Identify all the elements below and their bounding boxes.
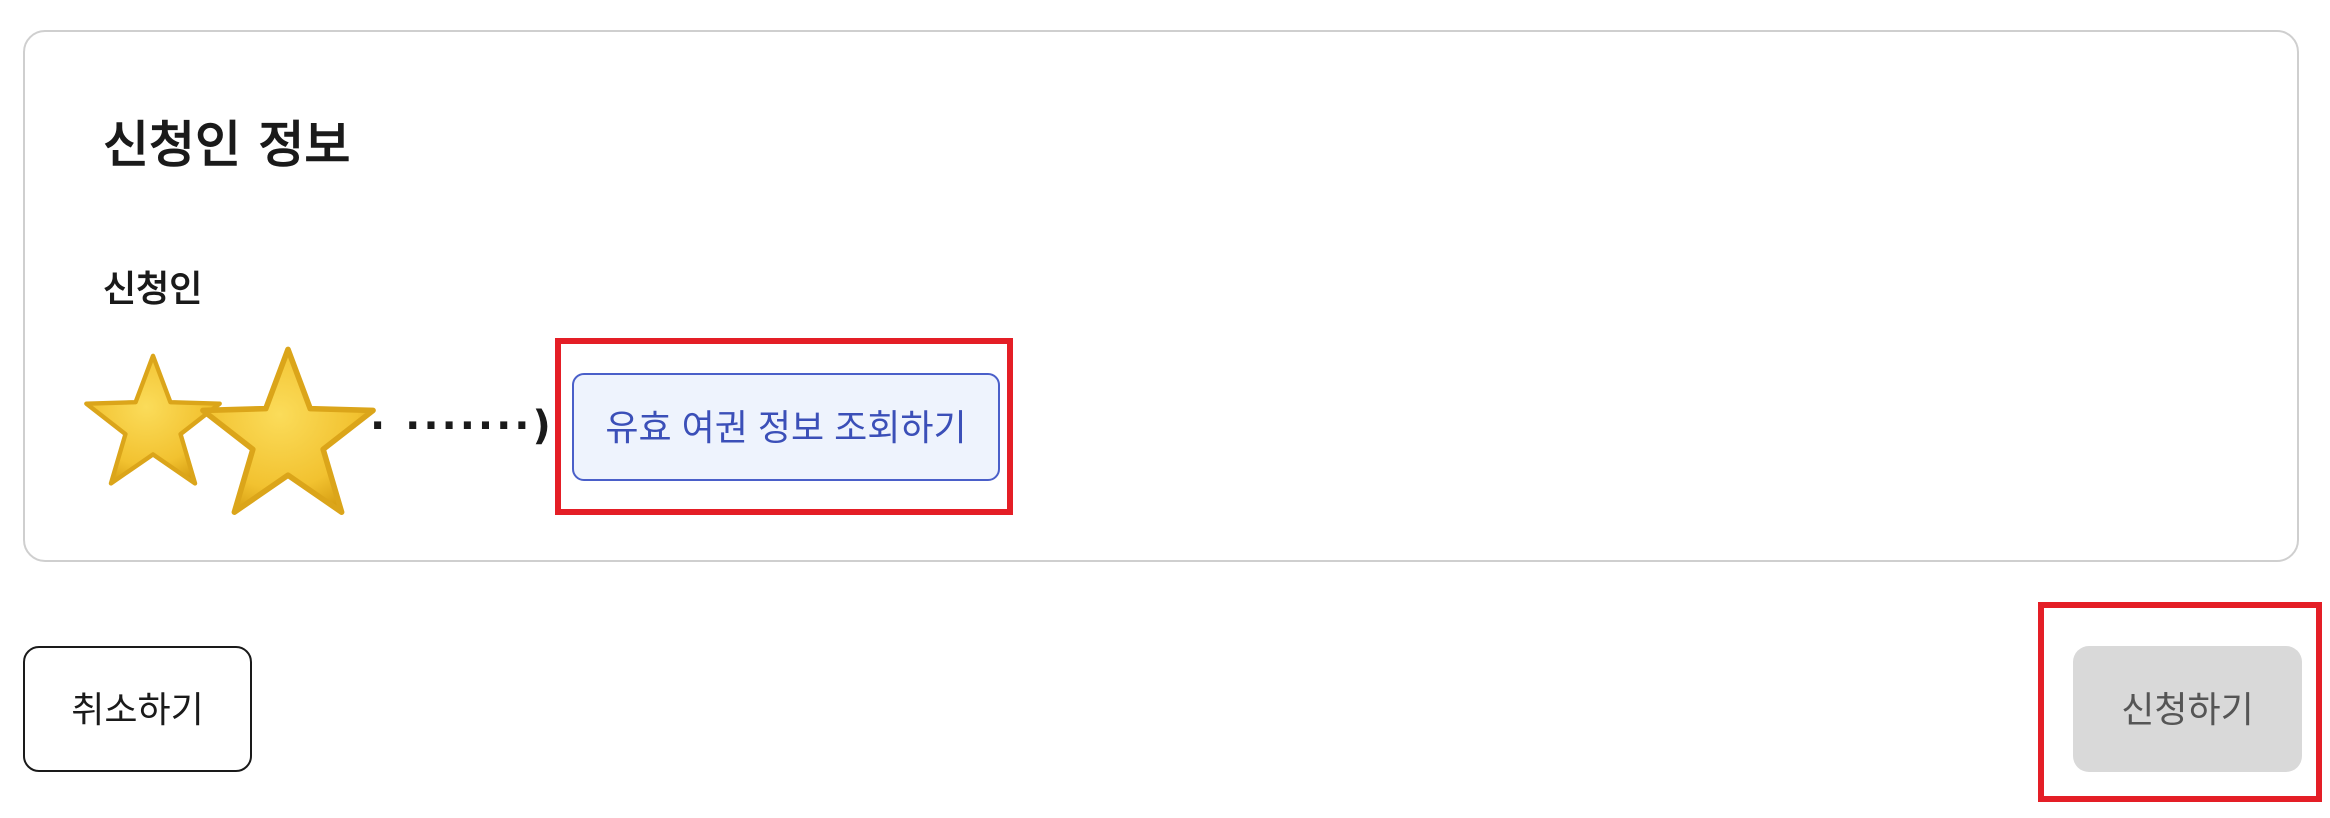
applicant-masked-value: · ·······) [370,403,554,449]
submit-button[interactable]: 신청하기 [2073,646,2302,772]
star-icon [200,346,376,515]
applicant-field-label: 신청인 [103,269,203,310]
section-title: 신청인 정보 [103,116,351,174]
passport-lookup-button[interactable]: 유효 여권 정보 조회하기 [572,373,1000,481]
star-decoration [78,342,388,542]
cancel-button[interactable]: 취소하기 [23,646,252,772]
